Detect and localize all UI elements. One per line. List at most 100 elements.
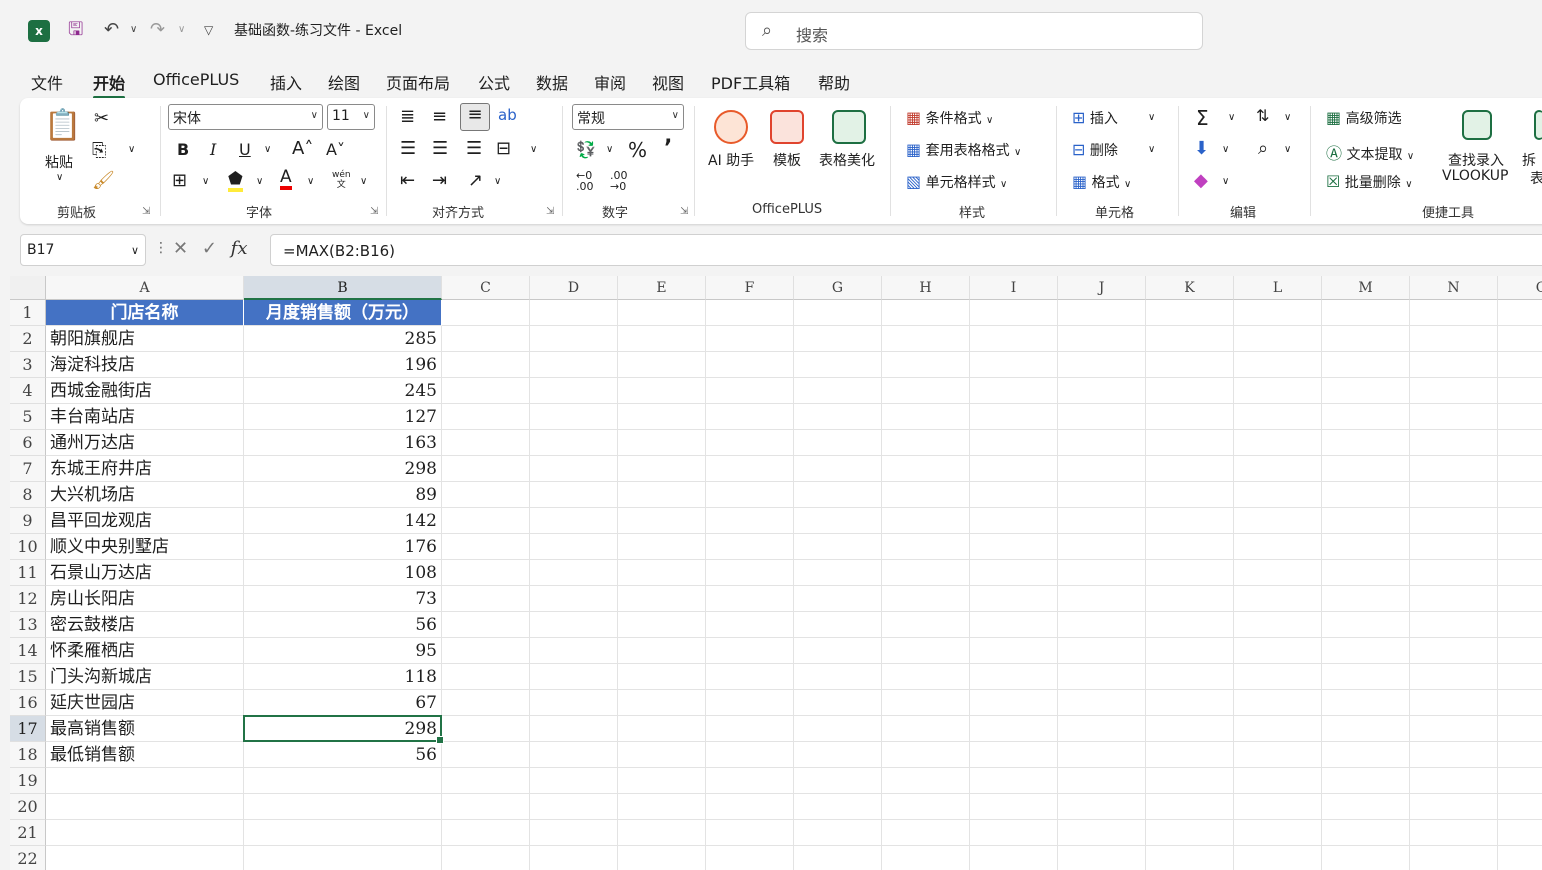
empty-cell[interactable]: [970, 664, 1058, 690]
table-cell[interactable]: 密云鼓楼店: [46, 612, 244, 638]
empty-cell[interactable]: [794, 612, 882, 638]
empty-cell[interactable]: [706, 352, 794, 378]
bold-button[interactable]: B: [177, 140, 189, 159]
empty-cell[interactable]: [1234, 638, 1322, 664]
empty-cell[interactable]: [530, 508, 618, 534]
autosum-dropdown-icon[interactable]: ∨: [1228, 112, 1235, 123]
merge-center-icon[interactable]: ⊟: [496, 138, 511, 159]
empty-cell[interactable]: [1322, 508, 1410, 534]
table-cell[interactable]: 298: [244, 716, 442, 742]
empty-cell[interactable]: [530, 742, 618, 768]
empty-cell[interactable]: [1058, 404, 1146, 430]
empty-cell[interactable]: [1146, 482, 1234, 508]
table-beautify-icon[interactable]: [832, 110, 866, 144]
empty-cell[interactable]: [1410, 846, 1498, 870]
column-header-l[interactable]: L: [1234, 276, 1322, 300]
table-cell[interactable]: 朝阳旗舰店: [46, 326, 244, 352]
empty-cell[interactable]: [1498, 820, 1542, 846]
empty-cell[interactable]: [794, 430, 882, 456]
empty-cell[interactable]: [442, 716, 530, 742]
empty-cell[interactable]: [882, 586, 970, 612]
accounting-dropdown-icon[interactable]: ∨: [606, 144, 613, 155]
select-all-button[interactable]: [10, 276, 46, 300]
empty-cell[interactable]: [244, 820, 442, 846]
empty-cell[interactable]: [442, 560, 530, 586]
table-cell[interactable]: 丰台南站店: [46, 404, 244, 430]
table-cell[interactable]: 127: [244, 404, 442, 430]
empty-cell[interactable]: [794, 742, 882, 768]
table-cell[interactable]: 142: [244, 508, 442, 534]
empty-cell[interactable]: [1322, 352, 1410, 378]
empty-cell[interactable]: [1058, 378, 1146, 404]
empty-cell[interactable]: [1234, 352, 1322, 378]
format-as-table-button[interactable]: ▦ 套用表格格式 ∨: [906, 140, 1021, 160]
empty-cell[interactable]: [618, 456, 706, 482]
bulk-delete-button[interactable]: ☒ 批量删除 ∨: [1326, 172, 1413, 192]
font-color-icon[interactable]: A: [280, 168, 292, 190]
font-launcher-icon[interactable]: ⇲: [370, 206, 378, 217]
empty-cell[interactable]: [794, 586, 882, 612]
row-header[interactable]: 1: [10, 300, 46, 326]
empty-cell[interactable]: [1410, 820, 1498, 846]
column-header-f[interactable]: F: [706, 276, 794, 300]
empty-cell[interactable]: [530, 638, 618, 664]
empty-cell[interactable]: [1058, 508, 1146, 534]
table-cell[interactable]: 大兴机场店: [46, 482, 244, 508]
empty-cell[interactable]: [618, 300, 706, 326]
name-box[interactable]: B17 ∨: [20, 234, 146, 266]
empty-cell[interactable]: [1322, 820, 1410, 846]
empty-cell[interactable]: [1146, 638, 1234, 664]
empty-cell[interactable]: [1146, 326, 1234, 352]
empty-cell[interactable]: [706, 508, 794, 534]
empty-cell[interactable]: [1146, 768, 1234, 794]
table-cell[interactable]: 门头沟新城店: [46, 664, 244, 690]
table-cell[interactable]: 56: [244, 612, 442, 638]
row-header[interactable]: 17: [10, 716, 46, 742]
ai-assistant-button[interactable]: AI 助手: [708, 150, 754, 170]
borders-icon[interactable]: ⊞: [172, 170, 187, 191]
percent-style-icon[interactable]: %: [628, 138, 647, 162]
paste-button[interactable]: 粘贴: [45, 152, 73, 172]
empty-cell[interactable]: [618, 690, 706, 716]
empty-cell[interactable]: [1234, 664, 1322, 690]
empty-cell[interactable]: [442, 820, 530, 846]
empty-cell[interactable]: [1058, 768, 1146, 794]
empty-cell[interactable]: [706, 794, 794, 820]
empty-cell[interactable]: [882, 690, 970, 716]
insert-function-icon[interactable]: fx: [231, 238, 248, 259]
table-cell[interactable]: 最高销售额: [46, 716, 244, 742]
orientation-icon[interactable]: ↗: [468, 170, 483, 191]
empty-cell[interactable]: [530, 586, 618, 612]
empty-cell[interactable]: [1234, 300, 1322, 326]
empty-cell[interactable]: [970, 716, 1058, 742]
empty-cell[interactable]: [794, 482, 882, 508]
empty-cell[interactable]: [970, 378, 1058, 404]
empty-cell[interactable]: [882, 404, 970, 430]
increase-font-icon[interactable]: A˄: [292, 138, 313, 159]
clear-icon[interactable]: ◆: [1194, 170, 1208, 191]
split-table-icon[interactable]: [1534, 110, 1542, 140]
empty-cell[interactable]: [1146, 664, 1234, 690]
empty-cell[interactable]: [530, 378, 618, 404]
empty-cell[interactable]: [794, 690, 882, 716]
row-header[interactable]: 15: [10, 664, 46, 690]
empty-cell[interactable]: [706, 430, 794, 456]
empty-cell[interactable]: [1498, 846, 1542, 870]
empty-cell[interactable]: [1410, 404, 1498, 430]
empty-cell[interactable]: [1146, 560, 1234, 586]
empty-cell[interactable]: [1322, 378, 1410, 404]
table-cell[interactable]: 89: [244, 482, 442, 508]
empty-cell[interactable]: [1498, 716, 1542, 742]
empty-cell[interactable]: [1498, 612, 1542, 638]
empty-cell[interactable]: [1322, 664, 1410, 690]
empty-cell[interactable]: [970, 508, 1058, 534]
tab-formulas[interactable]: 公式: [478, 70, 510, 94]
empty-cell[interactable]: [882, 742, 970, 768]
tab-help[interactable]: 帮助: [818, 70, 850, 94]
empty-cell[interactable]: [1410, 768, 1498, 794]
empty-cell[interactable]: [618, 378, 706, 404]
copy-dropdown-icon[interactable]: ∨: [128, 144, 135, 155]
empty-cell[interactable]: [618, 586, 706, 612]
column-header-i[interactable]: I: [970, 276, 1058, 300]
align-middle-icon[interactable]: ≡: [432, 106, 447, 127]
